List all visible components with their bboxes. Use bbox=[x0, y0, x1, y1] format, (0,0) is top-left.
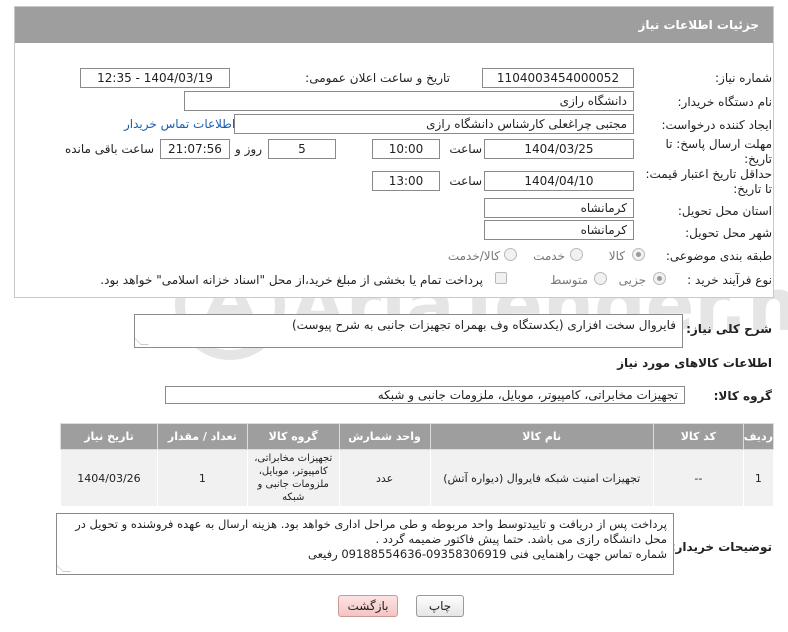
buyer-org-field[interactable]: دانشگاه رازی bbox=[184, 91, 634, 111]
cell-group: تجهیزات مخابراتی، کامپیوتر، موبایل، ملزو… bbox=[246, 449, 340, 507]
goods-group-label: گروه کالا: bbox=[713, 389, 772, 403]
cell-date: 1404/03/26 bbox=[60, 449, 158, 507]
treasury-payment-note: پرداخت تمام یا بخشی از مبلغ خرید،از محل … bbox=[100, 273, 483, 287]
process-type-label: نوع فرآیند خرید : bbox=[687, 273, 772, 287]
delivery-province-field[interactable]: کرمانشاه bbox=[484, 198, 634, 218]
delivery-city-label: شهر محل تحویل: bbox=[685, 226, 772, 240]
price-validity-label: حداقل تاریخ اعتبار قیمت: تا تاریخ: bbox=[645, 167, 772, 196]
category-radio-service[interactable] bbox=[570, 248, 583, 261]
buyer-notes-line3: شماره تماس جهت راهنمایی فنی 09358306919-… bbox=[308, 547, 667, 561]
remaining-time-label: ساعت باقی مانده bbox=[64, 142, 154, 156]
cell-unit: عدد bbox=[338, 449, 431, 507]
buyer-org-label: نام دستگاه خریدار: bbox=[677, 95, 773, 109]
col-group-header: گروه کالا bbox=[246, 423, 340, 450]
announce-datetime-field[interactable]: 1404/03/19 - 12:35 bbox=[80, 68, 230, 88]
reply-deadline-time-label: ساعت bbox=[449, 142, 482, 156]
requester-label: ایجاد کننده درخواست: bbox=[661, 118, 772, 132]
buyer-contact-link[interactable]: اطلاعات تماس خریدار bbox=[124, 117, 235, 131]
reply-deadline-label: مهلت ارسال پاسخ: تا تاریخ: bbox=[665, 137, 772, 166]
col-name-header: نام کالا bbox=[429, 423, 654, 450]
reply-days-field[interactable]: 5 bbox=[268, 139, 336, 159]
requester-field[interactable]: مجتبی چراغعلی کارشناس دانشگاه رازی bbox=[234, 114, 634, 134]
general-desc-label: شرح کلی نیاز: bbox=[686, 322, 772, 336]
cell-name: تجهیزات امنیت شبکه فایروال (دیواره آتش) bbox=[429, 449, 654, 507]
buyer-notes-line2: محل دانشگاه رازی می باشد. حتما پیش فاکتو… bbox=[375, 532, 667, 546]
col-qty-header: تعداد / مقدار bbox=[156, 423, 248, 450]
remaining-time-field[interactable]: 21:07:56 bbox=[160, 139, 230, 159]
col-date-header: تاریخ نیاز bbox=[60, 423, 158, 450]
resize-handle-icon[interactable] bbox=[57, 564, 71, 572]
reply-deadline-time[interactable]: 10:00 bbox=[372, 139, 440, 159]
price-validity-date[interactable]: 1404/04/10 bbox=[484, 171, 634, 191]
treasury-payment-checkbox[interactable] bbox=[495, 272, 507, 284]
goods-table: ردیف کد کالا نام کالا واحد شمارش گروه کا… bbox=[60, 423, 775, 507]
need-number-label: شماره نیاز: bbox=[715, 71, 772, 85]
general-desc-textarea[interactable]: فایروال سخت افزاری (یکدستگاه وف بهمراه ت… bbox=[134, 314, 683, 348]
need-number-field[interactable]: 1104003454000052 bbox=[482, 68, 634, 88]
reply-deadline-date[interactable]: 1404/03/25 bbox=[484, 139, 634, 159]
process-option-minor: جزیی bbox=[618, 273, 646, 287]
category-radio-goods[interactable] bbox=[632, 248, 645, 261]
goods-group-field[interactable]: تجهیزات مخابراتی، کامپیوتر، موبایل، ملزو… bbox=[165, 386, 685, 404]
col-unit-header: واحد شمارش bbox=[338, 423, 431, 450]
resize-handle-icon[interactable] bbox=[135, 337, 149, 345]
category-option-goods: کالا bbox=[608, 249, 625, 263]
cell-qty: 1 bbox=[156, 449, 248, 507]
category-option-goods-service: کالا/خدمت bbox=[447, 249, 500, 263]
col-row-header: ردیف bbox=[742, 423, 775, 450]
delivery-city-field[interactable]: کرمانشاه bbox=[484, 220, 634, 240]
process-radio-minor[interactable] bbox=[653, 272, 666, 285]
category-option-service: خدمت bbox=[533, 249, 565, 263]
cell-code: -- bbox=[652, 449, 744, 507]
cell-row: 1 bbox=[742, 449, 775, 507]
print-button[interactable]: چاپ bbox=[416, 595, 464, 617]
process-radio-medium[interactable] bbox=[594, 272, 607, 285]
category-label: طبقه بندی موضوعی: bbox=[665, 249, 772, 263]
back-button[interactable]: بازگشت bbox=[338, 595, 398, 617]
col-code-header: کد کالا bbox=[652, 423, 744, 450]
buyer-notes-line1: پرداخت پس از دریافت و تاییدتوسط واحد مرب… bbox=[75, 517, 667, 531]
buyer-notes-label: توضیحات خریدار: bbox=[670, 540, 772, 554]
price-validity-time-label: ساعت bbox=[449, 174, 482, 188]
buyer-notes-textarea[interactable]: پرداخت پس از دریافت و تاییدتوسط واحد مرب… bbox=[56, 513, 674, 575]
delivery-province-label: استان محل تحویل: bbox=[677, 204, 772, 218]
goods-info-title: اطلاعات کالاهای مورد نیاز bbox=[617, 356, 772, 370]
table-row[interactable]: 1 -- تجهیزات امنیت شبکه فایروال (دیواره … bbox=[60, 449, 775, 507]
price-validity-time[interactable]: 13:00 bbox=[372, 171, 440, 191]
process-option-medium: متوسط bbox=[550, 273, 588, 287]
announce-datetime-label: تاریخ و ساعت اعلان عمومی: bbox=[305, 71, 450, 85]
panel-title: جزئیات اطلاعات نیاز bbox=[15, 7, 773, 43]
general-desc-text: فایروال سخت افزاری (یکدستگاه وف بهمراه ت… bbox=[291, 318, 676, 332]
reply-days-label: روز و bbox=[235, 142, 262, 156]
table-header-row: ردیف کد کالا نام کالا واحد شمارش گروه کا… bbox=[60, 423, 775, 450]
category-radio-goods-service[interactable] bbox=[504, 248, 517, 261]
